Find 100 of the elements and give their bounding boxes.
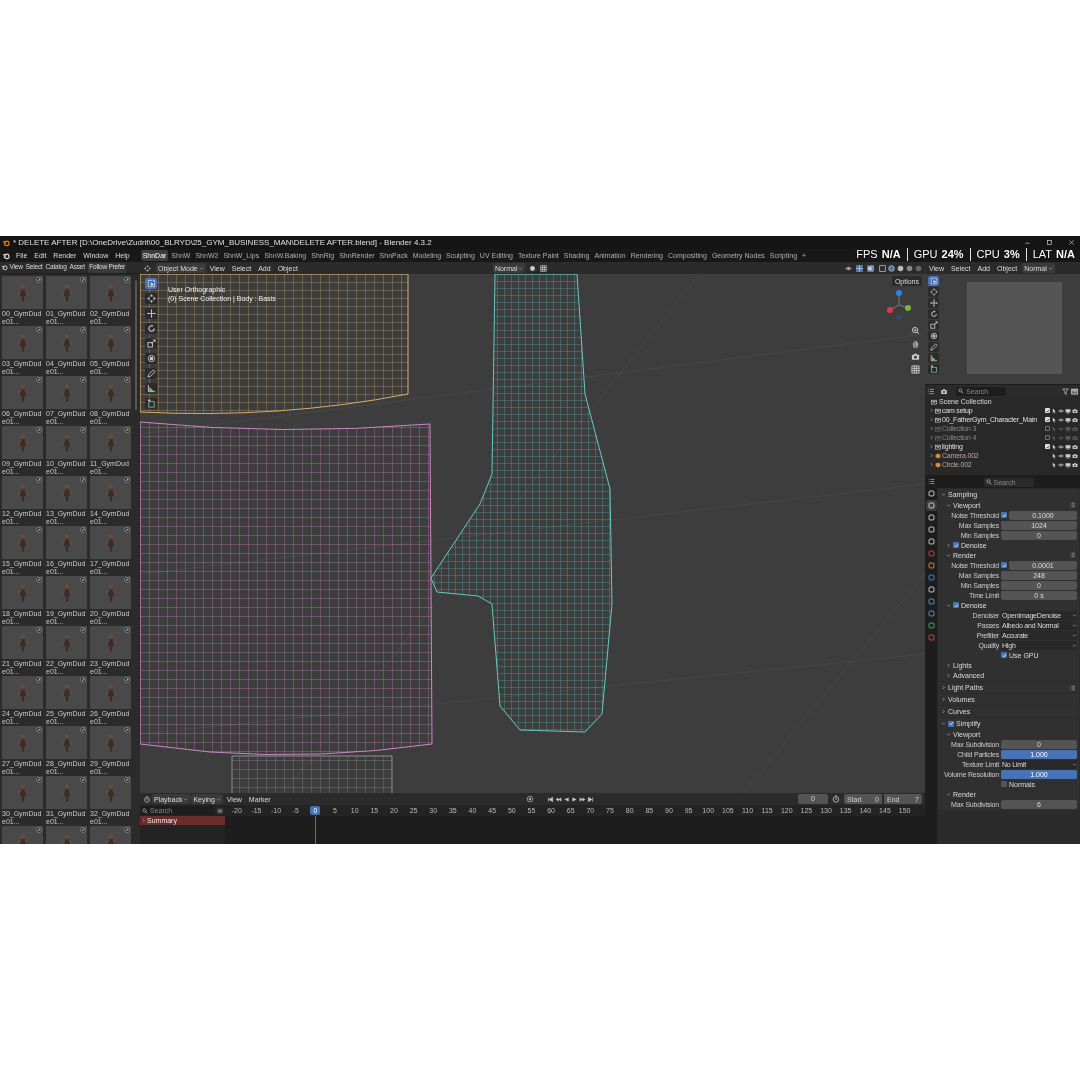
jump-end-icon[interactable] — [586, 795, 594, 803]
tool-button[interactable] — [145, 383, 157, 394]
pivot-icon[interactable] — [529, 264, 537, 272]
properties-tab[interactable] — [925, 500, 937, 511]
camera-icon[interactable] — [1072, 452, 1078, 459]
stopwatch-icon[interactable] — [832, 795, 840, 803]
play-reverse-icon[interactable] — [562, 795, 570, 803]
pencil-icon[interactable] — [80, 677, 86, 683]
eye-icon[interactable] — [1058, 452, 1064, 459]
properties-tab[interactable] — [925, 560, 937, 571]
list-icon[interactable] — [927, 387, 935, 395]
tool-button[interactable] — [928, 364, 939, 374]
properties-tab[interactable] — [925, 620, 937, 631]
hand-icon[interactable] — [911, 339, 920, 348]
camera-icon[interactable] — [911, 352, 920, 361]
snap-icon[interactable] — [540, 264, 548, 272]
pencil-icon[interactable] — [80, 327, 86, 333]
screen-icon[interactable] — [1065, 452, 1071, 459]
pencil-icon[interactable] — [80, 277, 86, 283]
tool-button[interactable] — [928, 276, 939, 286]
pencil-icon[interactable] — [36, 827, 42, 833]
pencil-icon[interactable] — [80, 527, 86, 533]
pencil-icon[interactable] — [80, 827, 86, 833]
tool-button[interactable] — [145, 308, 157, 319]
eye-icon[interactable] — [1058, 407, 1064, 414]
jump-start-icon[interactable] — [546, 795, 554, 803]
eye-icon[interactable] — [1058, 416, 1064, 423]
scrollbar[interactable] — [135, 280, 137, 410]
tool-button[interactable] — [145, 398, 157, 409]
properties-tab[interactable] — [925, 488, 937, 499]
zoom-icon[interactable] — [911, 326, 920, 335]
properties-tab[interactable] — [925, 608, 937, 619]
close-icon[interactable] — [1068, 239, 1075, 246]
tool-button[interactable] — [145, 323, 157, 334]
pencil-icon[interactable] — [80, 477, 86, 483]
checkbox[interactable] — [1045, 435, 1050, 440]
tool-button[interactable] — [928, 331, 939, 341]
pencil-icon[interactable] — [124, 827, 130, 833]
tool-button[interactable] — [928, 309, 939, 319]
camera-icon[interactable] — [1072, 407, 1078, 414]
pencil-icon[interactable] — [36, 527, 42, 533]
pencil-icon[interactable] — [124, 627, 130, 633]
new-collection-icon[interactable] — [1071, 387, 1078, 395]
pencil-icon[interactable] — [80, 377, 86, 383]
editor-type-icon[interactable] — [1, 264, 8, 271]
pencil-icon[interactable] — [36, 577, 42, 583]
pencil-icon[interactable] — [36, 427, 42, 433]
overlay-icon[interactable] — [867, 264, 874, 272]
xray-icon[interactable] — [879, 264, 886, 272]
eye-icon[interactable] — [1058, 461, 1064, 468]
tool-button[interactable] — [145, 293, 157, 304]
checkbox[interactable] — [1045, 426, 1050, 431]
camera-icon[interactable] — [1072, 461, 1078, 468]
pencil-icon[interactable] — [124, 677, 130, 683]
tool-button[interactable] — [928, 342, 939, 352]
pencil-icon[interactable] — [124, 477, 130, 483]
pencil-icon[interactable] — [80, 427, 86, 433]
pencil-icon[interactable] — [124, 577, 130, 583]
checkbox[interactable] — [1045, 408, 1050, 413]
properties-tab[interactable] — [925, 524, 937, 535]
properties-tab[interactable] — [925, 572, 937, 583]
pencil-icon[interactable] — [36, 627, 42, 633]
pencil-icon[interactable] — [124, 327, 130, 333]
pencil-icon[interactable] — [36, 277, 42, 283]
logo-icon[interactable] — [2, 251, 10, 260]
screen-icon[interactable] — [1065, 416, 1071, 423]
tool-button[interactable] — [928, 287, 939, 297]
properties-tab[interactable] — [925, 512, 937, 523]
screen-icon[interactable] — [1065, 443, 1071, 450]
axis-gizmo-icon[interactable] — [885, 288, 913, 322]
solid-shading-icon[interactable] — [897, 264, 904, 272]
pencil-icon[interactable] — [36, 677, 42, 683]
tool-button[interactable] — [928, 298, 939, 308]
checkbox[interactable] — [1045, 417, 1050, 422]
pencil-icon[interactable] — [124, 427, 130, 433]
material-shading-icon[interactable] — [906, 264, 913, 272]
playhead-line[interactable] — [315, 816, 317, 844]
tool-button[interactable] — [928, 353, 939, 363]
tool-button[interactable] — [145, 368, 157, 379]
pencil-icon[interactable] — [80, 577, 86, 583]
wireframe-shading-icon[interactable] — [888, 264, 895, 272]
pencil-icon[interactable] — [80, 627, 86, 633]
eye-icon[interactable] — [1058, 443, 1064, 450]
pencil-icon[interactable] — [124, 277, 130, 283]
tool-button[interactable] — [145, 353, 157, 364]
pencil-icon[interactable] — [80, 727, 86, 733]
filter-icon[interactable] — [1062, 387, 1069, 395]
properties-tab[interactable] — [925, 584, 937, 595]
screen-icon[interactable] — [1065, 407, 1071, 414]
tool-button[interactable] — [928, 320, 939, 330]
pencil-icon[interactable] — [36, 727, 42, 733]
checkbox[interactable] — [1001, 781, 1007, 787]
pencil-icon[interactable] — [36, 377, 42, 383]
pencil-icon[interactable] — [80, 777, 86, 783]
pencil-icon[interactable] — [124, 777, 130, 783]
tool-button[interactable] — [145, 338, 157, 349]
pencil-icon[interactable] — [124, 527, 130, 533]
camera-icon[interactable] — [1072, 416, 1078, 423]
maximize-icon[interactable] — [1046, 239, 1053, 246]
checkbox[interactable] — [1045, 444, 1050, 449]
